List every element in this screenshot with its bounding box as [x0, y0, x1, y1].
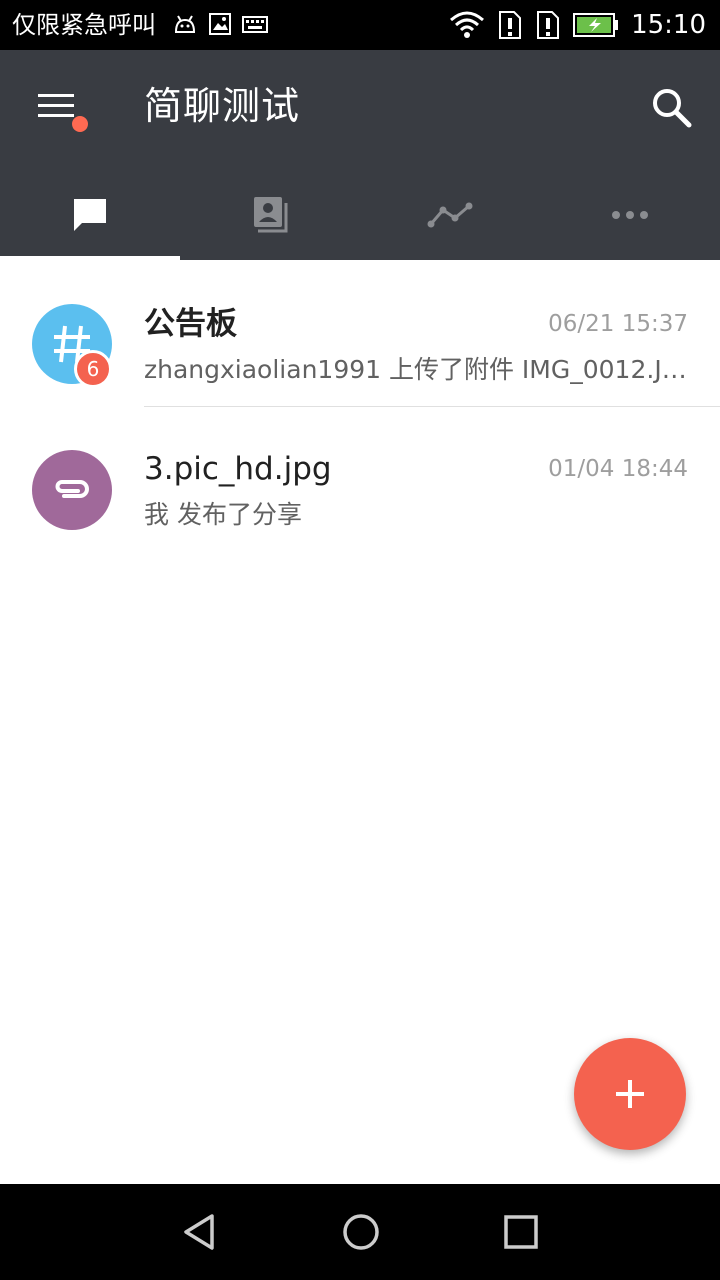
conversation-time: 06/21 15:37 — [548, 311, 688, 337]
android-debug-icon — [174, 15, 196, 33]
sim1-alert-icon — [499, 11, 522, 39]
status-left-icons — [172, 12, 268, 36]
back-icon — [184, 1214, 214, 1250]
conversation-preview: zhangxiaolian1991 上传了附件 IMG_0012.JPG — [144, 355, 690, 384]
tab-activity[interactable] — [360, 170, 540, 260]
page-title: 简聊测试 — [144, 84, 301, 128]
clock: 15:10 — [631, 10, 706, 40]
status-right-icons: 15:10 — [449, 8, 706, 42]
menu-button[interactable] — [30, 86, 88, 132]
recents-button[interactable] — [495, 1206, 547, 1258]
list-item[interactable]: 6 公告板 06/21 15:37 zhangxiaolian1991 上传了附… — [0, 262, 720, 407]
tab-chats[interactable] — [0, 170, 180, 260]
chat-bubble-icon — [74, 199, 106, 231]
paperclip-icon — [55, 480, 89, 498]
conversation-preview: 我 发布了分享 — [144, 500, 302, 529]
home-button[interactable] — [335, 1206, 387, 1258]
conversation-name: 3.pic_hd.jpg — [144, 451, 332, 487]
carrier-text: 仅限紧急呼叫 — [12, 11, 156, 39]
keyboard-icon — [242, 16, 268, 33]
back-button[interactable] — [174, 1206, 226, 1258]
compose-fab[interactable] — [574, 1038, 686, 1150]
tab-more[interactable] — [540, 170, 720, 260]
list-item[interactable]: 3.pic_hd.jpg 01/04 18:44 我 发布了分享 — [0, 407, 720, 552]
notification-dot — [72, 116, 88, 132]
hamburger-menu-icon — [38, 94, 74, 117]
conversation-list: 6 公告板 06/21 15:37 zhangxiaolian1991 上传了附… — [0, 262, 720, 552]
home-icon — [343, 1214, 379, 1250]
avatar — [32, 450, 112, 530]
contacts-icon — [254, 197, 288, 233]
more-dots-icon — [612, 211, 648, 219]
search-icon — [653, 89, 692, 128]
status-bar: 仅限紧急呼叫 15:10 — [0, 0, 720, 50]
recents-icon — [504, 1215, 538, 1249]
battery-charging-icon — [573, 13, 619, 37]
tab-bar — [0, 170, 720, 260]
activity-trend-icon — [427, 202, 473, 228]
sim2-alert-icon — [537, 11, 560, 39]
unread-badge: 6 — [74, 350, 112, 388]
tab-indicator — [0, 256, 180, 260]
search-button[interactable] — [650, 86, 694, 130]
conversation-time: 01/04 18:44 — [548, 456, 688, 482]
system-nav-bar — [0, 1184, 720, 1280]
conversation-name: 公告板 — [144, 306, 237, 342]
image-icon — [209, 13, 231, 35]
app-bar: 简聊测试 — [0, 50, 720, 260]
wifi-icon — [450, 11, 485, 38]
plus-icon — [616, 1080, 644, 1108]
tab-contacts[interactable] — [180, 170, 360, 260]
